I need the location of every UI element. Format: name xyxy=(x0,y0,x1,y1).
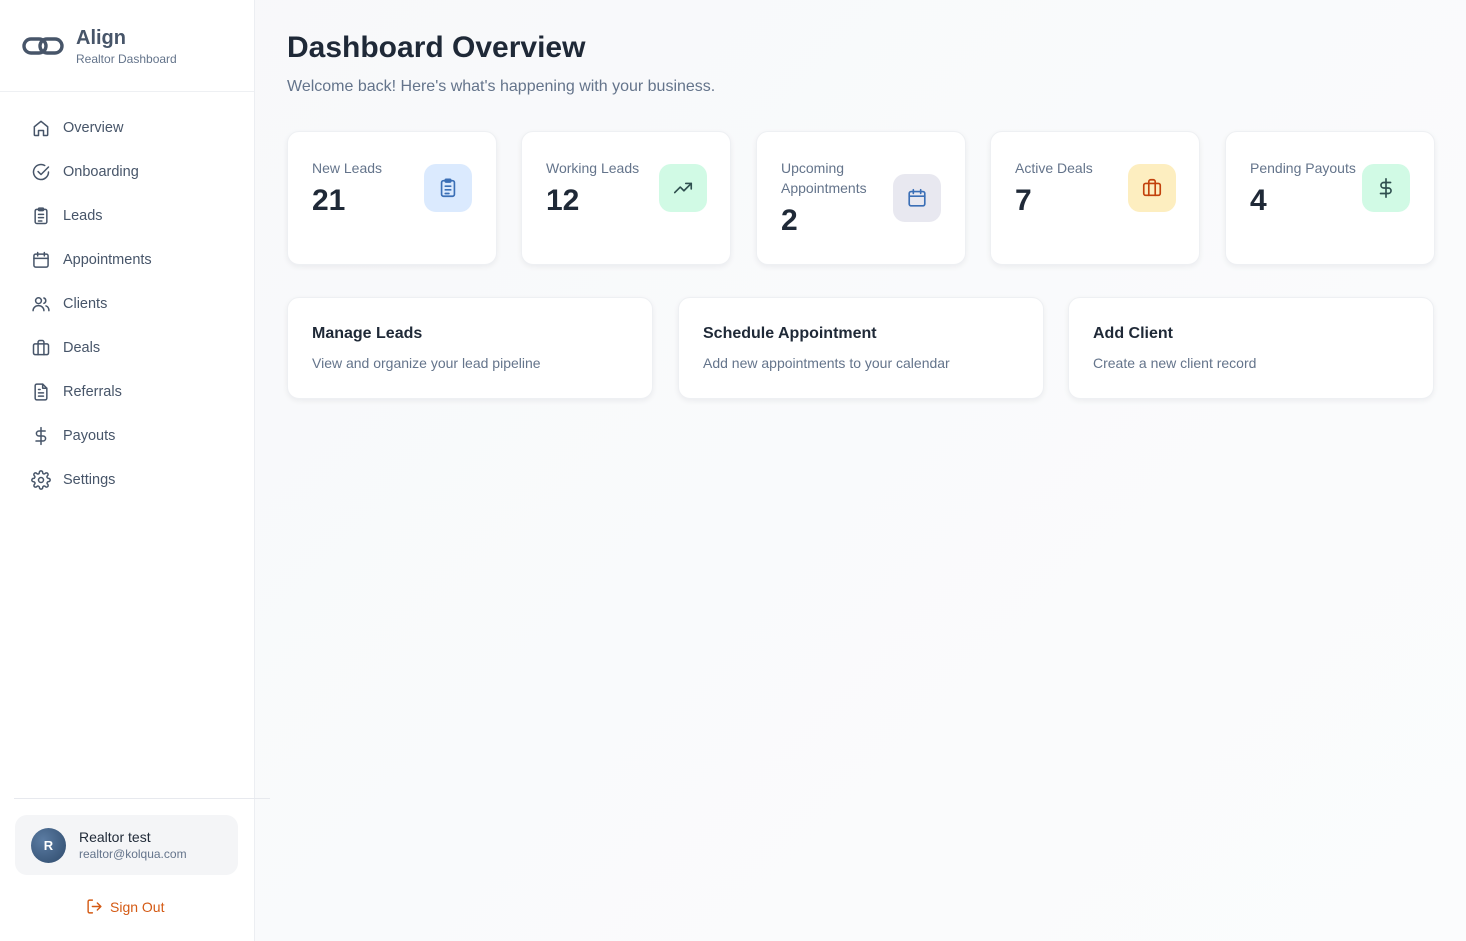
brand-subtitle: Realtor Dashboard xyxy=(76,51,177,66)
page-subtitle: Welcome back! Here's what's happening wi… xyxy=(287,78,716,95)
stat-label: Active Deals xyxy=(1015,160,1093,176)
stat-icon-box xyxy=(1128,164,1176,212)
sidebar-item-onboarding[interactable]: Onboarding xyxy=(0,150,254,194)
briefcase-icon xyxy=(1142,178,1162,197)
sidebar-item-clients[interactable]: Clients xyxy=(0,282,254,326)
briefcase-icon xyxy=(32,339,50,356)
action-card-manage-leads[interactable]: Manage Leads View and organize your lead… xyxy=(287,297,653,399)
action-description: Add new appointments to your calendar xyxy=(703,355,950,371)
sidebar-item-label: Clients xyxy=(63,296,108,312)
sign-out-label: Sign Out xyxy=(110,898,165,915)
sidebar-item-deals[interactable]: Deals xyxy=(0,326,254,370)
stat-icon-box xyxy=(424,164,472,212)
sidebar-item-appointments[interactable]: Appointments xyxy=(0,238,254,282)
stat-label: Working Leads xyxy=(546,160,640,176)
avatar: R xyxy=(31,827,66,863)
stat-label: Upcoming Appointments xyxy=(781,160,867,196)
align-logo-icon xyxy=(22,36,64,55)
log-out-icon xyxy=(87,899,102,914)
user-name: Realtor test xyxy=(79,829,151,845)
sidebar-item-referrals[interactable]: Referrals xyxy=(0,370,254,414)
stat-icon-box xyxy=(659,164,707,212)
user-divider xyxy=(14,798,270,799)
brand-name: Align xyxy=(76,26,126,49)
stat-icon-box xyxy=(893,174,941,222)
sidebar-item-payouts[interactable]: Payouts xyxy=(0,414,254,458)
sidebar-nav: Overview Onboarding Leads Appointments C… xyxy=(0,92,254,502)
user-email: realtor@kolqua.com xyxy=(79,847,187,861)
sidebar-item-label: Appointments xyxy=(63,252,152,268)
stat-icon-box xyxy=(1362,164,1410,212)
stat-card-active-deals[interactable]: Active Deals 7 xyxy=(990,131,1200,265)
stat-value: 21 xyxy=(312,184,346,217)
user-card[interactable]: R Realtor test realtor@kolqua.com xyxy=(15,815,238,875)
calendar-icon xyxy=(908,188,926,207)
file-text-icon xyxy=(34,383,48,401)
stat-value: 12 xyxy=(546,184,580,217)
action-card-add-client[interactable]: Add Client Create a new client record xyxy=(1068,297,1434,399)
sign-out-button[interactable]: Sign Out xyxy=(86,898,164,915)
users-icon xyxy=(32,297,50,312)
sidebar: Align Realtor Dashboard Overview Onboard… xyxy=(0,0,270,941)
page-title: Dashboard Overview xyxy=(287,31,586,64)
stat-label: Pending Payouts xyxy=(1250,160,1356,176)
trending-up-icon xyxy=(673,182,693,194)
dollar-icon xyxy=(35,426,47,446)
brand[interactable]: Align Realtor Dashboard xyxy=(0,0,254,92)
action-description: Create a new client record xyxy=(1093,355,1257,371)
stat-value: 7 xyxy=(1015,184,1032,217)
stat-card-working-leads[interactable]: Working Leads 12 xyxy=(521,131,731,265)
calendar-icon xyxy=(33,251,49,268)
dollar-icon xyxy=(1379,178,1392,198)
sidebar-item-label: Overview xyxy=(63,120,124,136)
sidebar-item-label: Deals xyxy=(63,340,101,356)
gear-icon xyxy=(31,470,51,490)
action-title: Manage Leads xyxy=(312,325,423,342)
sidebar-item-label: Leads xyxy=(63,208,103,224)
sidebar-item-label: Payouts xyxy=(63,428,116,444)
stat-card-new-leads[interactable]: New Leads 21 xyxy=(287,131,497,265)
sidebar-item-leads[interactable]: Leads xyxy=(0,194,254,238)
sidebar-item-label: Referrals xyxy=(63,384,122,400)
action-title: Schedule Appointment xyxy=(703,325,877,342)
stat-card-upcoming-appointments[interactable]: Upcoming Appointments 2 xyxy=(756,131,966,265)
stat-card-pending-payouts[interactable]: Pending Payouts 4 xyxy=(1225,131,1435,265)
home-icon xyxy=(33,120,49,137)
action-description: View and organize your lead pipeline xyxy=(312,355,541,371)
action-title: Add Client xyxy=(1093,325,1173,342)
check-circle-icon xyxy=(32,163,50,181)
clipboard-icon xyxy=(34,207,48,225)
sidebar-item-label: Onboarding xyxy=(63,164,139,180)
clipboard-icon xyxy=(440,178,456,198)
stat-label: New Leads xyxy=(312,160,383,176)
action-card-schedule-appointment[interactable]: Schedule Appointment Add new appointment… xyxy=(678,297,1044,399)
stat-value: 4 xyxy=(1250,184,1267,217)
sidebar-item-label: Settings xyxy=(63,472,116,488)
stat-value: 2 xyxy=(781,204,798,237)
sidebar-item-settings[interactable]: Settings xyxy=(0,458,254,502)
sidebar-item-overview[interactable]: Overview xyxy=(0,106,254,150)
